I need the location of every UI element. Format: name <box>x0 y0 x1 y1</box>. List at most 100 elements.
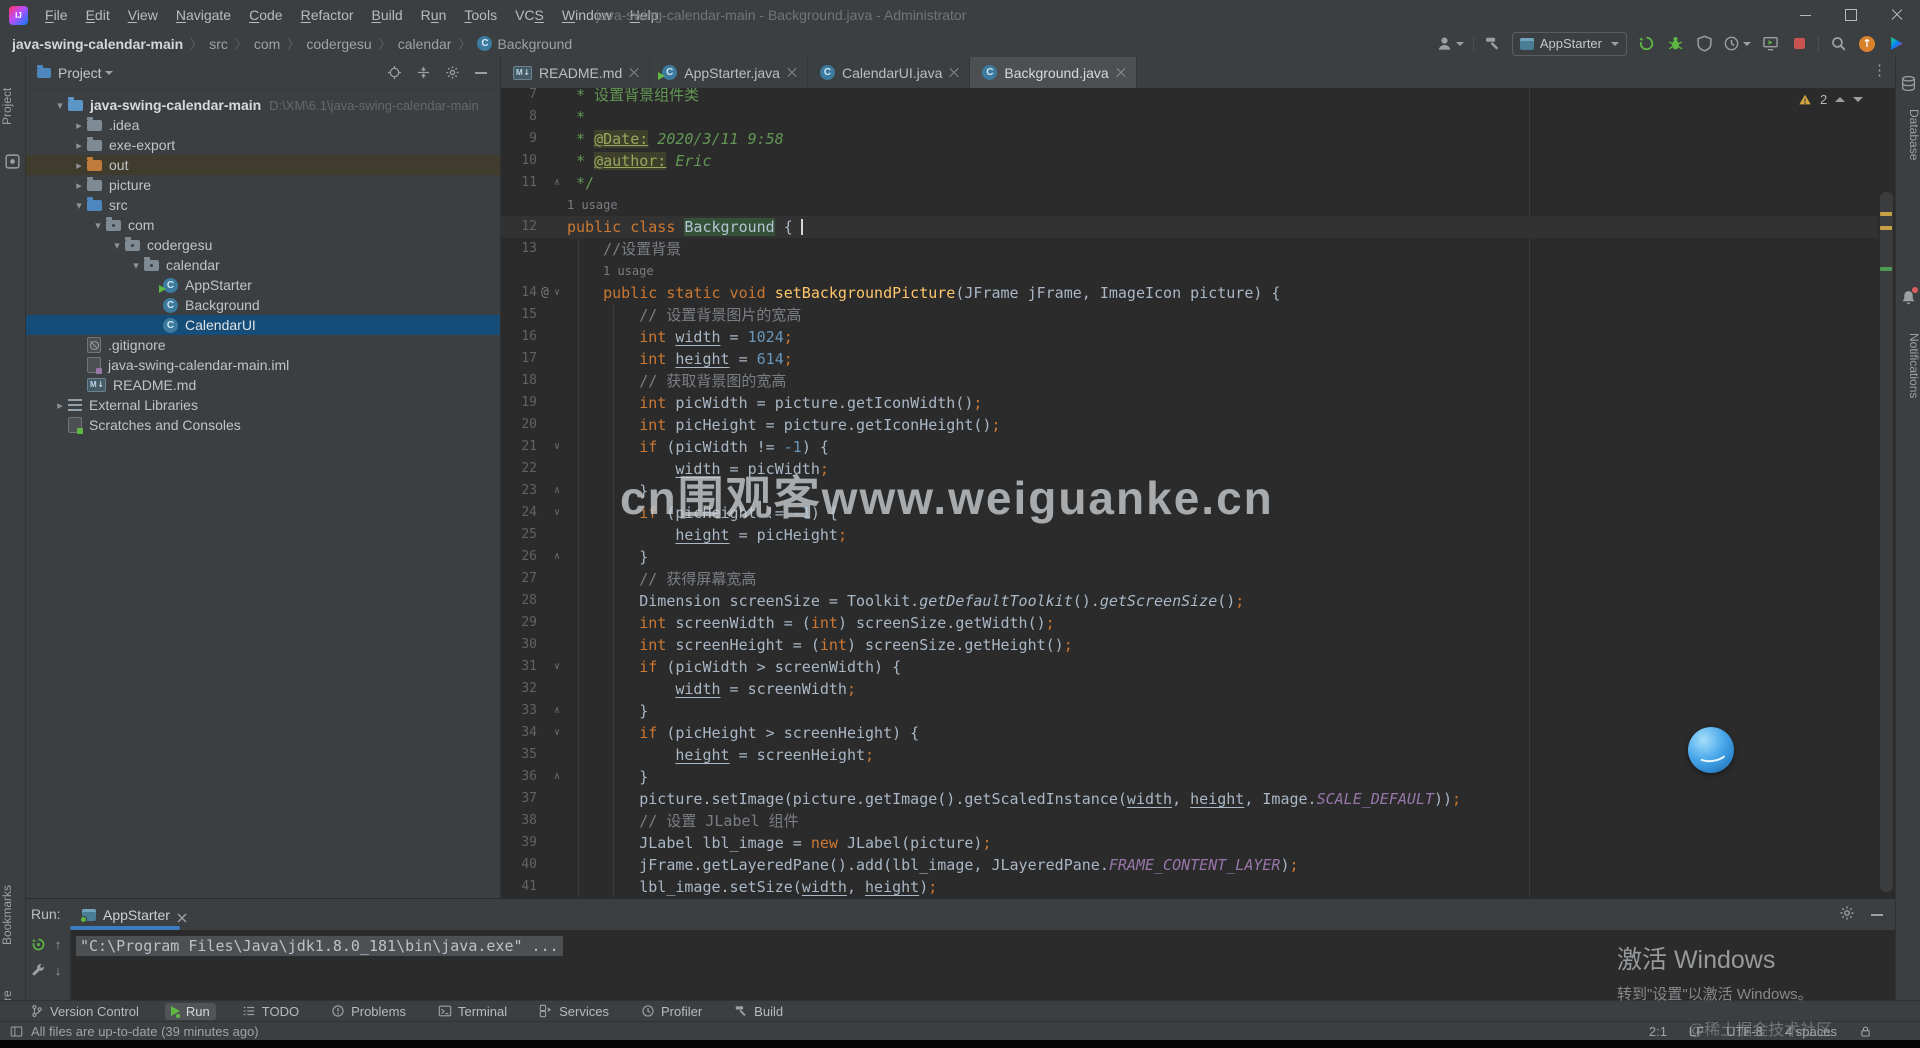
tree-item-CalendarUI[interactable]: CalendarUI <box>26 315 500 335</box>
breadcrumb-item-com[interactable]: com <box>254 36 280 52</box>
menu-navigate[interactable]: Navigate <box>167 0 240 30</box>
tree-item-com[interactable]: ▾ com <box>26 215 500 235</box>
tree-item-java-swing-calendar-main[interactable]: ▾ java-swing-calendar-main D:\XM\6.1\java-… <box>26 95 500 115</box>
tab-CalendarUI.java[interactable]: CalendarUI.java <box>808 57 971 88</box>
tool-window-button-todo[interactable]: TODO <box>236 1003 305 1020</box>
tree-item-java-swing-calendar-main.iml[interactable]: java-swing-calendar-main.iml <box>26 355 500 375</box>
locate-file-button[interactable] <box>385 64 403 82</box>
notifications-bell-icon[interactable] <box>1900 287 1918 306</box>
run-button[interactable] <box>1636 34 1656 54</box>
breadcrumb-item-codergesu[interactable]: codergesu <box>306 36 371 52</box>
tree-item-.idea[interactable]: ▸ .idea <box>26 115 500 135</box>
hide-panel-button[interactable] <box>472 64 490 82</box>
tab-AppStarter.java[interactable]: AppStarter.java <box>650 57 808 88</box>
warning-stripe-mark[interactable] <box>1880 212 1892 216</box>
tab-README.md[interactable]: README.md <box>501 57 651 88</box>
tree-chevron-closed-icon[interactable]: ▸ <box>71 119 87 132</box>
breadcrumb-item-src[interactable]: src <box>209 36 228 52</box>
layout-icon[interactable] <box>10 1025 23 1038</box>
caret-position-widget[interactable]: 2:1 <box>1649 1024 1667 1039</box>
close-tab-icon[interactable] <box>1116 68 1126 78</box>
tool-window-button-profiler[interactable]: Profiler <box>635 1003 708 1020</box>
tree-item-calendar[interactable]: ▾ calendar <box>26 255 500 275</box>
tool-stripe-bookmarks[interactable]: Bookmarks <box>0 875 25 955</box>
editor-scrollbar[interactable] <box>1878 88 1895 898</box>
fold-close-icon[interactable]: ∧ <box>551 546 563 568</box>
ide-features-trainer-button[interactable] <box>1886 34 1906 54</box>
run-panel-settings-icon[interactable] <box>1839 905 1855 924</box>
tree-item-out[interactable]: ▸ out <box>26 155 500 175</box>
search-everywhere-button[interactable] <box>1828 34 1848 54</box>
run-configuration-select[interactable]: AppStarter <box>1511 31 1627 56</box>
tool-window-button-problems[interactable]: Problems <box>325 1003 412 1020</box>
tool-window-button-version-control[interactable]: Version Control <box>24 1003 145 1020</box>
tree-item-AppStarter[interactable]: AppStarter <box>26 275 500 295</box>
fold-close-icon[interactable]: ∧ <box>551 480 563 502</box>
project-settings-button[interactable] <box>443 64 461 82</box>
run-targets-button[interactable] <box>1760 34 1780 54</box>
database-icon[interactable] <box>1900 75 1917 92</box>
menu-run[interactable]: Run <box>412 0 456 30</box>
tree-item-README.md[interactable]: README.md <box>26 375 500 395</box>
annotation-gutter-mark[interactable]: @ <box>541 282 549 304</box>
hide-run-panel-icon[interactable] <box>1871 913 1883 916</box>
tree-item-.gitignore[interactable]: .gitignore <box>26 335 500 355</box>
tree-chevron-open-icon[interactable]: ▾ <box>52 99 68 112</box>
fold-open-icon[interactable]: ∨ <box>551 502 563 524</box>
fold-close-icon[interactable]: ∧ <box>551 766 563 788</box>
menu-file[interactable]: File <box>36 0 77 30</box>
breadcrumb-item-java-swing-calendar-main[interactable]: java-swing-calendar-main <box>12 36 183 52</box>
tree-chevron-closed-icon[interactable]: ▸ <box>52 399 68 412</box>
vcs-status-message[interactable]: All files are up-to-date (39 minutes ago… <box>31 1024 259 1039</box>
console-settings-wrench-icon[interactable] <box>30 962 46 978</box>
build-project-button[interactable] <box>1483 34 1503 54</box>
user-profile-icon[interactable] <box>1436 34 1464 54</box>
collapse-all-button[interactable] <box>414 64 432 82</box>
scroll-up-icon[interactable]: ↑ <box>50 936 66 952</box>
menu-edit[interactable]: Edit <box>77 0 119 30</box>
inspections-widget[interactable]: 2 <box>1798 92 1864 107</box>
usage-hint[interactable]: 1 usage <box>603 260 654 282</box>
tree-chevron-closed-icon[interactable]: ▸ <box>71 159 87 172</box>
breadcrumb-item-Background[interactable]: Background <box>477 36 572 52</box>
fold-open-icon[interactable]: ∨ <box>551 722 563 744</box>
tool-stripe-database[interactable]: Database <box>1896 97 1920 172</box>
ide-update-button[interactable]: ↑ <box>1857 34 1877 54</box>
minimize-button[interactable] <box>1782 0 1828 30</box>
tool-stripe-project[interactable]: Project <box>0 71 25 141</box>
scroll-down-icon[interactable]: ↓ <box>50 962 66 978</box>
tool-window-button-build[interactable]: Build <box>728 1003 789 1020</box>
next-problem-icon[interactable] <box>1853 97 1864 102</box>
readonly-lock-icon[interactable] <box>1859 1025 1872 1038</box>
tree-chevron-closed-icon[interactable]: ▸ <box>71 139 87 152</box>
breadcrumb-item-calendar[interactable]: calendar <box>398 36 452 52</box>
project-view-title[interactable]: Project <box>58 65 102 81</box>
tree-item-picture[interactable]: ▸ picture <box>26 175 500 195</box>
close-tab-icon[interactable] <box>629 68 639 78</box>
tool-stripe-notifications[interactable]: Notifications <box>1896 311 1920 421</box>
tool-window-button-terminal[interactable]: Terminal <box>432 1003 513 1020</box>
prev-problem-icon[interactable] <box>1835 97 1846 102</box>
tree-chevron-closed-icon[interactable]: ▸ <box>71 179 87 192</box>
tree-chevron-open-icon[interactable]: ▾ <box>71 199 87 212</box>
fold-close-icon[interactable]: ∧ <box>551 172 563 194</box>
close-button[interactable] <box>1874 0 1920 30</box>
usage-hint[interactable]: 1 usage <box>567 194 618 216</box>
profiler-button[interactable] <box>1723 34 1751 54</box>
fold-close-icon[interactable]: ∧ <box>551 700 563 722</box>
tree-item-codergesu[interactable]: ▾ codergesu <box>26 235 500 255</box>
close-run-tab-icon[interactable] <box>177 910 187 922</box>
menu-view[interactable]: View <box>119 0 167 30</box>
tree-item-ScratchesandConsoles[interactable]: Scratches and Consoles <box>26 415 500 435</box>
run-console[interactable]: ↑ ↓ "C:\Program Files\Java\jdk1.8.0_181\… <box>26 930 1895 1001</box>
tool-window-button-run[interactable]: Run <box>164 1002 216 1020</box>
tree-item-exe-export[interactable]: ▸ exe-export <box>26 135 500 155</box>
stop-button[interactable] <box>1789 34 1809 54</box>
scrollbar-thumb[interactable] <box>1880 192 1893 892</box>
menu-refactor[interactable]: Refactor <box>292 0 363 30</box>
menu-code[interactable]: Code <box>240 0 291 30</box>
fold-open-icon[interactable]: ∨ <box>551 282 563 304</box>
rerun-button[interactable] <box>30 936 46 952</box>
tree-chevron-open-icon[interactable]: ▾ <box>128 259 144 272</box>
tree-item-src[interactable]: ▾ src <box>26 195 500 215</box>
